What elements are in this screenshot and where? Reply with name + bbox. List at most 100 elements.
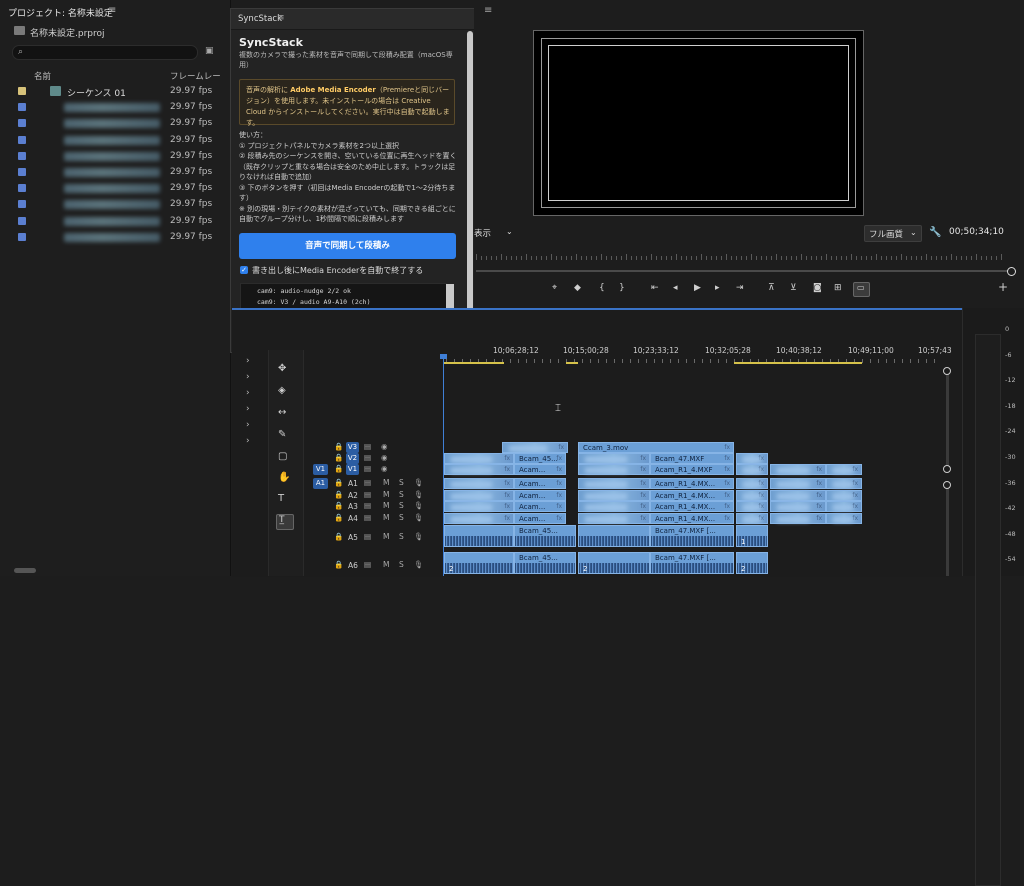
mute-button[interactable]: M <box>383 532 389 541</box>
timeline-playhead[interactable] <box>443 356 444 576</box>
horizontal-scrollbar[interactable] <box>14 568 36 573</box>
timeline-clip[interactable]: Acam_R1_4.MX... fx <box>650 478 734 489</box>
microphone-icon[interactable]: 🎙 <box>414 490 424 499</box>
timeline-clip[interactable]: fx <box>444 464 514 475</box>
microphone-icon[interactable]: 🎙 <box>414 478 424 487</box>
comparison-icon[interactable]: ⊞ <box>834 283 842 293</box>
lock-icon[interactable]: 🔒 <box>334 490 343 499</box>
program-timecode[interactable]: 00;50;34;10 <box>949 227 1004 237</box>
solo-button[interactable]: S <box>399 501 404 510</box>
audio-clip-waveform[interactable]: 2 <box>736 552 768 574</box>
sync-lock-icon[interactable]: ▤ <box>364 501 371 510</box>
video-track-header[interactable]: 🔒 V2 ▤ ◉ <box>302 453 442 464</box>
timeline-clip[interactable]: Acam... fx <box>514 513 566 524</box>
scroll-handle-top[interactable] <box>943 367 951 375</box>
mark-in-icon[interactable]: ⌖ <box>552 283 557 293</box>
timeline-clip[interactable]: fx <box>444 453 514 464</box>
audio-clip-waveform[interactable]: Bcam_47.MXF [... <box>650 552 734 574</box>
audio-clip-waveform[interactable]: Bcam_47.MXF [... <box>650 525 734 547</box>
timeline-clip[interactable]: Acam_R1_4.MXF fx <box>650 464 734 475</box>
label-color-swatch[interactable] <box>18 168 26 176</box>
timeline-clip[interactable]: fx <box>770 513 826 524</box>
chevron-right-icon[interactable]: › <box>246 420 250 430</box>
eye-icon[interactable]: ◉ <box>381 453 388 462</box>
timeline-clip[interactable]: Acam_R1_4.MX... fx <box>650 501 734 512</box>
timeline-clip[interactable]: fx <box>444 513 514 524</box>
audio-scroll-handle-top[interactable] <box>943 481 951 489</box>
video-track-header[interactable]: 🔒 V1 ▤ ◉ <box>302 464 442 475</box>
label-color-swatch[interactable] <box>18 119 26 128</box>
track-select-tool-icon[interactable]: ◈ <box>278 385 286 396</box>
label-color-swatch[interactable] <box>18 87 26 95</box>
label-color-swatch[interactable] <box>18 151 26 160</box>
playback-quality-dropdown[interactable]: フル画質 ⌄ <box>864 225 922 242</box>
timeline-clip[interactable]: fx <box>826 513 862 524</box>
sync-lock-icon[interactable]: ▤ <box>364 464 371 473</box>
extract-icon[interactable]: ⊻ <box>790 283 797 293</box>
audio-clip-waveform[interactable]: 1 <box>736 525 768 547</box>
sync-lock-icon[interactable]: ▤ <box>364 453 371 462</box>
project-item-row[interactable]: 29.97 fps <box>0 165 230 181</box>
video-track-header[interactable]: 🔒 V3 ▤ ◉ <box>302 442 442 453</box>
solo-button[interactable]: S <box>399 513 404 522</box>
timeline-clip[interactable]: fx <box>578 490 650 501</box>
project-panel-menu-icon[interactable]: ≡ <box>108 5 116 16</box>
project-item-row[interactable]: 29.97 fps <box>0 181 230 197</box>
project-item-row[interactable]: 29.97 fps <box>0 214 230 230</box>
audio-clip-waveform[interactable]: Bcam_45... <box>514 525 576 547</box>
project-item-row[interactable]: 29.97 fps <box>0 100 230 116</box>
timeline-clip[interactable]: fx <box>578 464 650 475</box>
chevron-right-icon[interactable]: › <box>246 436 250 446</box>
chevron-right-icon[interactable]: › <box>246 372 250 382</box>
lock-icon[interactable]: 🔒 <box>334 513 343 522</box>
go-to-in-icon[interactable]: ⇤ <box>651 283 659 293</box>
timeline-clip[interactable]: fx <box>826 490 862 501</box>
audio-clip-waveform[interactable]: 2 <box>444 552 514 574</box>
timeline-clip[interactable]: fx <box>770 478 826 489</box>
chevron-right-icon[interactable]: › <box>246 404 250 414</box>
timeline-clip[interactable]: fx <box>502 442 568 453</box>
timeline-clip[interactable]: fx <box>444 490 514 501</box>
play-icon[interactable]: ▶ <box>694 283 701 293</box>
type-tool-icon[interactable]: T <box>278 493 284 504</box>
add-button-icon[interactable]: + <box>998 280 1008 294</box>
monitor-playhead-handle[interactable] <box>1007 267 1016 276</box>
go-to-out-icon[interactable]: ⇥ <box>736 283 744 293</box>
timeline-clip[interactable]: fx <box>736 513 768 524</box>
auto-quit-checkbox[interactable]: ✓ <box>240 266 248 274</box>
hand-tool-icon[interactable]: ✋ <box>278 472 290 483</box>
timeline-clip[interactable]: Acam_R1_4.MX... fx <box>650 513 734 524</box>
project-item-row[interactable]: 29.97 fps <box>0 197 230 213</box>
audio-track-header[interactable]: 🔒 A4 ▤ M S 🎙 <box>302 513 442 524</box>
solo-button[interactable]: S <box>399 560 404 569</box>
timeline-clip[interactable]: fx <box>826 478 862 489</box>
sync-lock-icon[interactable]: ▤ <box>364 513 371 522</box>
audio-clip-waveform[interactable] <box>578 525 650 547</box>
project-item-row[interactable]: 29.97 fps <box>0 133 230 149</box>
label-color-swatch[interactable] <box>18 216 26 225</box>
timeline-clip[interactable]: fx <box>578 478 650 489</box>
new-bin-icon[interactable]: ▣ <box>205 46 214 56</box>
mute-button[interactable]: M <box>383 501 389 510</box>
text-cursor-tool-icon[interactable]: T̲ <box>279 515 285 525</box>
timeline-clip[interactable]: Acam... fx <box>514 490 566 501</box>
label-color-swatch[interactable] <box>18 184 26 193</box>
label-color-swatch[interactable] <box>18 200 26 209</box>
timeline-clip[interactable]: fx <box>826 501 862 512</box>
rectangle-tool-icon[interactable]: ▢ <box>278 451 287 462</box>
wrench-icon[interactable]: 🔧 <box>929 227 941 238</box>
timeline-clip[interactable]: fx <box>444 501 514 512</box>
chevron-right-icon[interactable]: › <box>246 388 250 398</box>
mark-in-brace-icon[interactable]: { <box>599 283 605 293</box>
timeline-clip[interactable]: fx <box>736 490 768 501</box>
timeline-clip[interactable]: fx <box>578 513 650 524</box>
chevron-right-icon[interactable]: › <box>246 356 250 366</box>
monitor-time-ruler[interactable] <box>476 254 1006 260</box>
microphone-icon[interactable]: 🎙 <box>414 560 424 569</box>
monitor-scrub-bar[interactable] <box>476 270 1011 272</box>
timeline-clip[interactable]: fx <box>770 464 826 475</box>
column-header-name[interactable]: 名前 <box>34 70 51 82</box>
add-marker-icon[interactable]: ◆ <box>574 283 581 293</box>
search-input[interactable]: ⌕ <box>12 45 198 60</box>
lock-icon[interactable]: 🔒 <box>334 532 343 541</box>
